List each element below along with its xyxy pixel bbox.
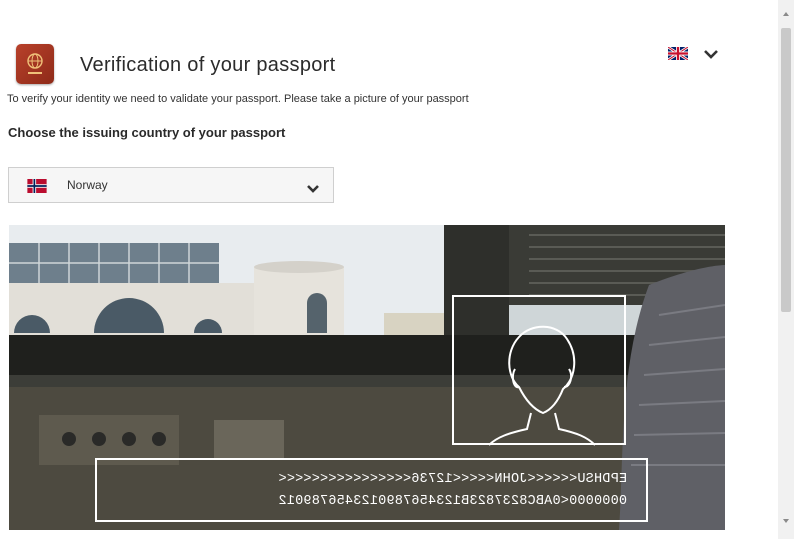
chevron-down-icon	[306, 181, 320, 193]
intro-text: To verify your identity we need to valid…	[7, 93, 469, 105]
scrollbar[interactable]	[778, 0, 794, 539]
uk-flag-icon[interactable]	[667, 45, 689, 62]
scroll-up-arrow-icon[interactable]	[783, 12, 789, 16]
chevron-down-icon[interactable]	[703, 47, 719, 59]
page-title: Verification of your passport	[80, 54, 336, 76]
face-outline-icon	[488, 325, 596, 446]
camera-preview: EPDHSU<<<<<<JOHN<<<<<12736<<<<<<<<<<<<<<…	[9, 225, 725, 530]
country-select[interactable]: Norway	[8, 167, 334, 203]
passport-icon	[16, 44, 54, 84]
country-label: Choose the issuing country of your passp…	[8, 125, 286, 140]
mrz-guide-frame: EPDHSU<<<<<<JOHN<<<<<12736<<<<<<<<<<<<<<…	[95, 458, 648, 522]
mrz-line: 0000000<0ABC8237823B12345678901234567890…	[278, 494, 627, 509]
selected-country: Norway	[67, 178, 108, 192]
scroll-thumb[interactable]	[781, 28, 791, 312]
norway-flag-icon	[24, 179, 50, 193]
mrz-line: EPDHSU<<<<<<JOHN<<<<<12736<<<<<<<<<<<<<<…	[278, 472, 627, 487]
scroll-down-arrow-icon[interactable]	[783, 519, 789, 523]
